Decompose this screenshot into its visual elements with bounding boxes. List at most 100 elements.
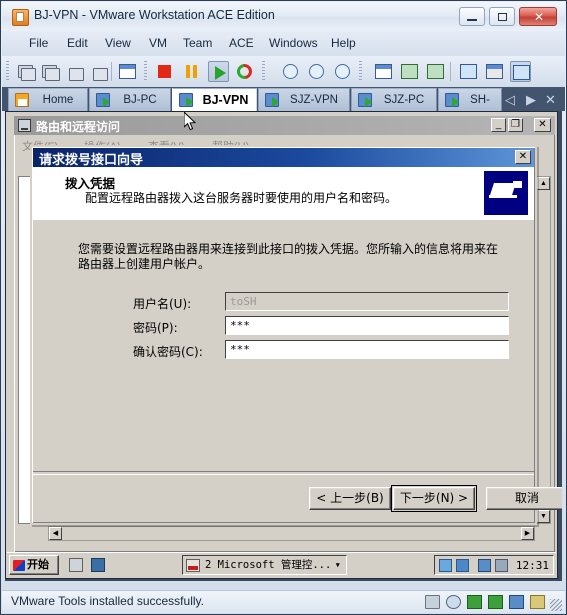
vm-icon (358, 93, 372, 107)
summary-icon[interactable] (484, 61, 505, 82)
toolbar-separator-1 (111, 62, 112, 81)
taskbar-task-button[interactable]: 2 Microsoft 管理控... ▾ (182, 555, 347, 575)
dialog-title-bar: 请求拨号接口向导 ✕ (33, 148, 534, 168)
mmc-vertical-scrollbar[interactable]: ▲ ▼ (536, 176, 551, 524)
taskbar-task-label: 2 Microsoft 管理控... (205, 559, 332, 571)
console-icon (18, 119, 31, 132)
tab-home-label: Home (42, 94, 74, 106)
guest-screen[interactable]: 路由和远程访问 _ ❐ ✕ 文件(F) 操作(A) 查看(V) 帮助(H) ▲ (5, 111, 562, 581)
minimize-button[interactable] (459, 7, 485, 26)
dialog-button-bar: < 上一步(B) 下一步(N) > 取消 (33, 476, 562, 522)
full-screen-icon[interactable] (425, 61, 446, 82)
resize-grip[interactable] (550, 599, 562, 611)
vm-tab-bar: Home BJ-PC BJ-VPN SJZ-VPN SJZ-PC SH- ◁ ▶… (2, 87, 565, 111)
toolbar-grip[interactable] (6, 61, 9, 82)
settings-icon[interactable] (458, 61, 479, 82)
menu-ace[interactable]: ACE (222, 35, 261, 52)
tab-next-icon[interactable]: ▶ (526, 91, 536, 108)
username-field[interactable]: toSH (225, 292, 509, 311)
menu-help[interactable]: Help (324, 35, 363, 52)
vm-icon (265, 93, 279, 107)
tab-navigation: ◁ ▶ ✕ (501, 88, 563, 111)
cdrom-status-icon[interactable] (446, 595, 461, 609)
show-sidebar-icon[interactable] (373, 61, 394, 82)
confirm-password-field[interactable]: *** (225, 340, 509, 359)
close-icon: ✕ (533, 10, 545, 24)
tab-sjz-pc-label: SJZ-PC (383, 94, 425, 106)
tab-bj-vpn[interactable]: BJ-VPN (172, 88, 257, 111)
scroll-up-button[interactable]: ▲ (537, 177, 550, 190)
network-connection-icon (484, 171, 528, 215)
toolbar-grip-3[interactable] (262, 61, 265, 82)
maximize-button[interactable] (489, 7, 515, 26)
cancel-button[interactable]: 取消 (486, 487, 562, 510)
dialog-title-label: 请求拨号接口向导 (39, 153, 144, 168)
mouse-cursor (184, 112, 196, 131)
quick-switch-icon[interactable] (399, 61, 420, 82)
tab-sjz-pc[interactable]: SJZ-PC (351, 88, 437, 111)
tab-close-icon[interactable]: ✕ (545, 91, 556, 108)
tab-prev-icon[interactable]: ◁ (505, 91, 515, 108)
menu-file[interactable]: File (22, 35, 55, 52)
snapshot-manager-icon[interactable] (332, 61, 353, 82)
menu-team[interactable]: Team (176, 35, 219, 52)
power-on-icon[interactable] (208, 61, 229, 82)
menu-vm[interactable]: VM (142, 35, 174, 52)
menu-edit[interactable]: Edit (60, 35, 95, 52)
suspend-icon[interactable] (181, 61, 202, 82)
windows-flag-icon (13, 560, 25, 571)
console-view-icon[interactable] (510, 61, 531, 82)
reset-team-icon[interactable] (87, 61, 108, 82)
take-snapshot-icon[interactable] (280, 61, 301, 82)
tab-home[interactable]: Home (8, 88, 88, 111)
confirm-password-label: 确认密码(C): (133, 345, 203, 359)
sound-status-icon[interactable] (509, 595, 524, 609)
clock[interactable]: 12:31 (516, 559, 549, 572)
floppy-status-icon[interactable] (425, 595, 440, 609)
power-on-team-icon[interactable] (15, 61, 36, 82)
mmc-close-button[interactable]: ✕ (534, 118, 551, 132)
reset-icon[interactable] (234, 61, 255, 82)
revert-snapshot-icon[interactable] (306, 61, 327, 82)
vmware-tray-icon[interactable] (456, 559, 469, 572)
media-player-icon[interactable] (91, 558, 105, 572)
power-off-team-icon[interactable] (39, 61, 60, 82)
suspend-team-icon[interactable] (63, 61, 84, 82)
menu-view[interactable]: View (98, 35, 138, 52)
vm-icon (179, 93, 193, 107)
network-tray-icon[interactable] (439, 559, 452, 572)
menu-windows[interactable]: Windows (262, 35, 325, 52)
password-field[interactable]: *** (225, 316, 509, 335)
power-off-icon[interactable] (154, 61, 175, 82)
vmware-workstation-window: BJ-VPN - VMware Workstation ACE Edition … (0, 0, 567, 615)
tab-bj-pc[interactable]: BJ-PC (89, 88, 171, 111)
home-icon (15, 93, 29, 107)
usb-status-icon[interactable] (530, 595, 545, 609)
connection-tray-icon[interactable] (478, 559, 491, 572)
toolbar-grip-4[interactable] (359, 61, 362, 82)
toolbar-separator-2 (450, 62, 451, 81)
start-button[interactable]: 开始 (9, 555, 59, 575)
toolbar-grip-2[interactable] (144, 61, 147, 82)
next-button[interactable]: 下一步(N) > (391, 485, 477, 512)
back-button[interactable]: < 上一步(B) (309, 487, 391, 510)
scroll-left-button[interactable]: ◀ (49, 527, 62, 540)
scroll-right-button[interactable]: ▶ (521, 527, 534, 540)
mmc-minimize-button[interactable]: _ (491, 118, 506, 132)
snapshot-team-icon[interactable] (117, 61, 138, 82)
dialog-close-button[interactable]: ✕ (515, 150, 531, 164)
mmc-title-label: 路由和远程访问 (36, 120, 121, 134)
mmc-restore-button[interactable]: ❐ (508, 118, 523, 132)
tab-sh[interactable]: SH- (438, 88, 502, 111)
close-button[interactable]: ✕ (519, 7, 557, 26)
mmc-horizontal-scrollbar[interactable]: ◀ ▶ (48, 526, 535, 541)
network2-status-icon[interactable] (488, 595, 503, 609)
taskbar-task-arrow-icon[interactable]: ▾ (335, 556, 341, 574)
network-status-icon[interactable] (467, 595, 482, 609)
tab-sh-label: SH- (470, 94, 490, 106)
tab-sjz-vpn[interactable]: SJZ-VPN (258, 88, 350, 111)
scroll-down-button[interactable]: ▼ (537, 510, 550, 523)
volume-muted-tray-icon[interactable] (495, 559, 508, 572)
show-desktop-icon[interactable] (69, 558, 83, 572)
tab-bj-pc-label: BJ-PC (123, 94, 157, 106)
